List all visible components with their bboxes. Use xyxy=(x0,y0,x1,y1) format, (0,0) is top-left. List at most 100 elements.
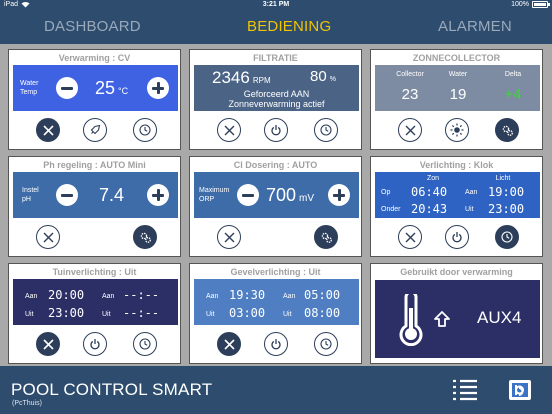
list-menu-icon[interactable] xyxy=(452,378,478,402)
onder-label: Onder xyxy=(381,206,401,213)
ph-display: Instel pH 7.4 xyxy=(13,172,178,218)
power-icon xyxy=(271,125,281,136)
ph-value: 7.4 xyxy=(99,185,125,205)
decrease-ph-button[interactable] xyxy=(56,184,78,206)
aan-1-time: 20:00 xyxy=(48,288,85,302)
rocket-icon xyxy=(90,124,101,135)
status-bar: iPad 3:21 PM 100% xyxy=(0,0,552,12)
thermometer-icon xyxy=(399,294,423,346)
power-button[interactable] xyxy=(264,118,288,142)
close-icon xyxy=(223,338,235,350)
close-icon xyxy=(42,124,54,136)
off-button[interactable] xyxy=(36,225,60,249)
sun-button[interactable] xyxy=(445,118,469,142)
auto-button[interactable] xyxy=(495,118,519,142)
plus-icon xyxy=(333,189,345,201)
uit-2-label: Uit xyxy=(283,311,292,318)
water-temp-value: 25 xyxy=(95,78,116,98)
off-button[interactable] xyxy=(36,332,60,356)
plus-icon xyxy=(152,189,164,201)
close-icon xyxy=(405,125,415,135)
timer-button[interactable] xyxy=(133,332,157,356)
orp-label-1: Maximum xyxy=(199,187,230,194)
off-button[interactable] xyxy=(398,225,422,249)
aan-2-label: Aan xyxy=(102,293,115,300)
clock-icon xyxy=(320,338,332,350)
uit-1-label: Uit xyxy=(206,311,215,318)
orp-value: 700 xyxy=(266,185,297,205)
off-button[interactable] xyxy=(217,225,241,249)
panel-title: ZONNECOLLECTOR xyxy=(412,53,501,63)
power-icon xyxy=(452,232,462,243)
off-button[interactable] xyxy=(36,118,60,142)
clock-icon xyxy=(139,338,151,350)
close-icon xyxy=(43,232,53,242)
filtratie-display: 2346 RPM 80% Geforceerd AAN Zonneverwarmi… xyxy=(194,65,359,111)
power-button[interactable] xyxy=(264,332,288,356)
tab-bediening[interactable]: BEDIENING xyxy=(247,18,331,35)
water-label: Water xyxy=(448,71,468,78)
arrow-up-icon xyxy=(434,311,450,327)
panel-gevelverlichting: Gevelverlichting : Uit Aan 19:30 Aan 05:… xyxy=(189,263,362,364)
filtration-status-line-1: Geforceerd AAN xyxy=(243,89,310,99)
power-button[interactable] xyxy=(445,225,469,249)
manual-button[interactable] xyxy=(83,118,107,142)
op-label: Op xyxy=(381,189,391,196)
close-icon xyxy=(224,232,234,242)
licht-header: Licht xyxy=(495,175,511,182)
panel-title: Verlichting : Klok xyxy=(419,160,494,170)
ph-label-1: Instel xyxy=(22,187,39,194)
auto-button[interactable] xyxy=(133,225,157,249)
timer-button[interactable] xyxy=(495,225,519,249)
sunset-time: 20:43 xyxy=(411,202,448,216)
decrease-temp-button[interactable] xyxy=(56,77,78,99)
gears-icon xyxy=(502,125,513,136)
panel-title: Cl Dosering : AUTO xyxy=(233,160,318,170)
water-temp: 19 xyxy=(449,86,467,103)
aan-2-label: Aan xyxy=(283,293,296,300)
minus-icon xyxy=(61,86,73,90)
pump-percent-value: 80 xyxy=(310,68,327,85)
uit-1-time: 03:00 xyxy=(229,306,266,320)
app-subtitle: (PcThuis) xyxy=(12,400,42,407)
pump-rpm-value: 2346 xyxy=(212,68,250,87)
pc-thuis-logo-icon[interactable] xyxy=(508,379,532,401)
footer-bar: POOL CONTROL SMART (PcThuis) xyxy=(0,366,552,414)
decrease-orp-button[interactable] xyxy=(237,184,259,206)
delta-label: Delta xyxy=(504,71,522,78)
panel-title: Ph regeling : AUTO Mini xyxy=(43,160,146,170)
off-button[interactable] xyxy=(398,118,422,142)
app-brand: POOL CONTROL SMART xyxy=(11,380,213,399)
water-temp-unit: °C xyxy=(118,86,129,96)
increase-ph-button[interactable] xyxy=(147,184,169,206)
ph-label-2: pH xyxy=(22,196,31,203)
power-icon xyxy=(90,339,100,350)
orp-label-2: ORP xyxy=(199,196,215,203)
tab-alarmen[interactable]: ALARMEN xyxy=(438,18,512,35)
top-nav: DASHBOARD BEDIENING ALARMEN xyxy=(0,12,552,44)
off-button[interactable] xyxy=(217,332,241,356)
panel-ph: Ph regeling : AUTO Mini Instel pH 7.4 xyxy=(8,156,181,257)
verwarming-display: Water Temp 25 °C xyxy=(13,65,178,111)
zon-header: Zon xyxy=(426,175,440,182)
plus-icon xyxy=(152,82,164,94)
control-grid: Verwarming : CV Water Temp 25 °C FILTRATI… xyxy=(0,44,552,366)
increase-temp-button[interactable] xyxy=(147,77,169,99)
off-button[interactable] xyxy=(217,118,241,142)
panel-verwarming: Verwarming : CV Water Temp 25 °C xyxy=(8,49,181,150)
increase-orp-button[interactable] xyxy=(328,184,350,206)
water-temp-label-1: Water xyxy=(20,80,39,87)
aan-1-label: Aan xyxy=(25,293,38,300)
timer-button[interactable] xyxy=(133,118,157,142)
power-button[interactable] xyxy=(83,332,107,356)
filtration-status-line-2: Zonneverwarming actief xyxy=(228,99,325,109)
status-time: 3:21 PM xyxy=(262,1,290,8)
timer-button[interactable] xyxy=(314,118,338,142)
timer-button[interactable] xyxy=(314,332,338,356)
tuin-display: Aan 20:00 Aan --:-- Uit 23:00 Uit --:-- xyxy=(13,279,178,325)
panel-title: Gevelverlichting : Uit xyxy=(230,267,321,277)
sunrise-time: 06:40 xyxy=(411,185,448,199)
tab-dashboard[interactable]: DASHBOARD xyxy=(44,18,141,35)
auto-button[interactable] xyxy=(314,225,338,249)
water-temp-label-2: Temp xyxy=(20,89,38,96)
